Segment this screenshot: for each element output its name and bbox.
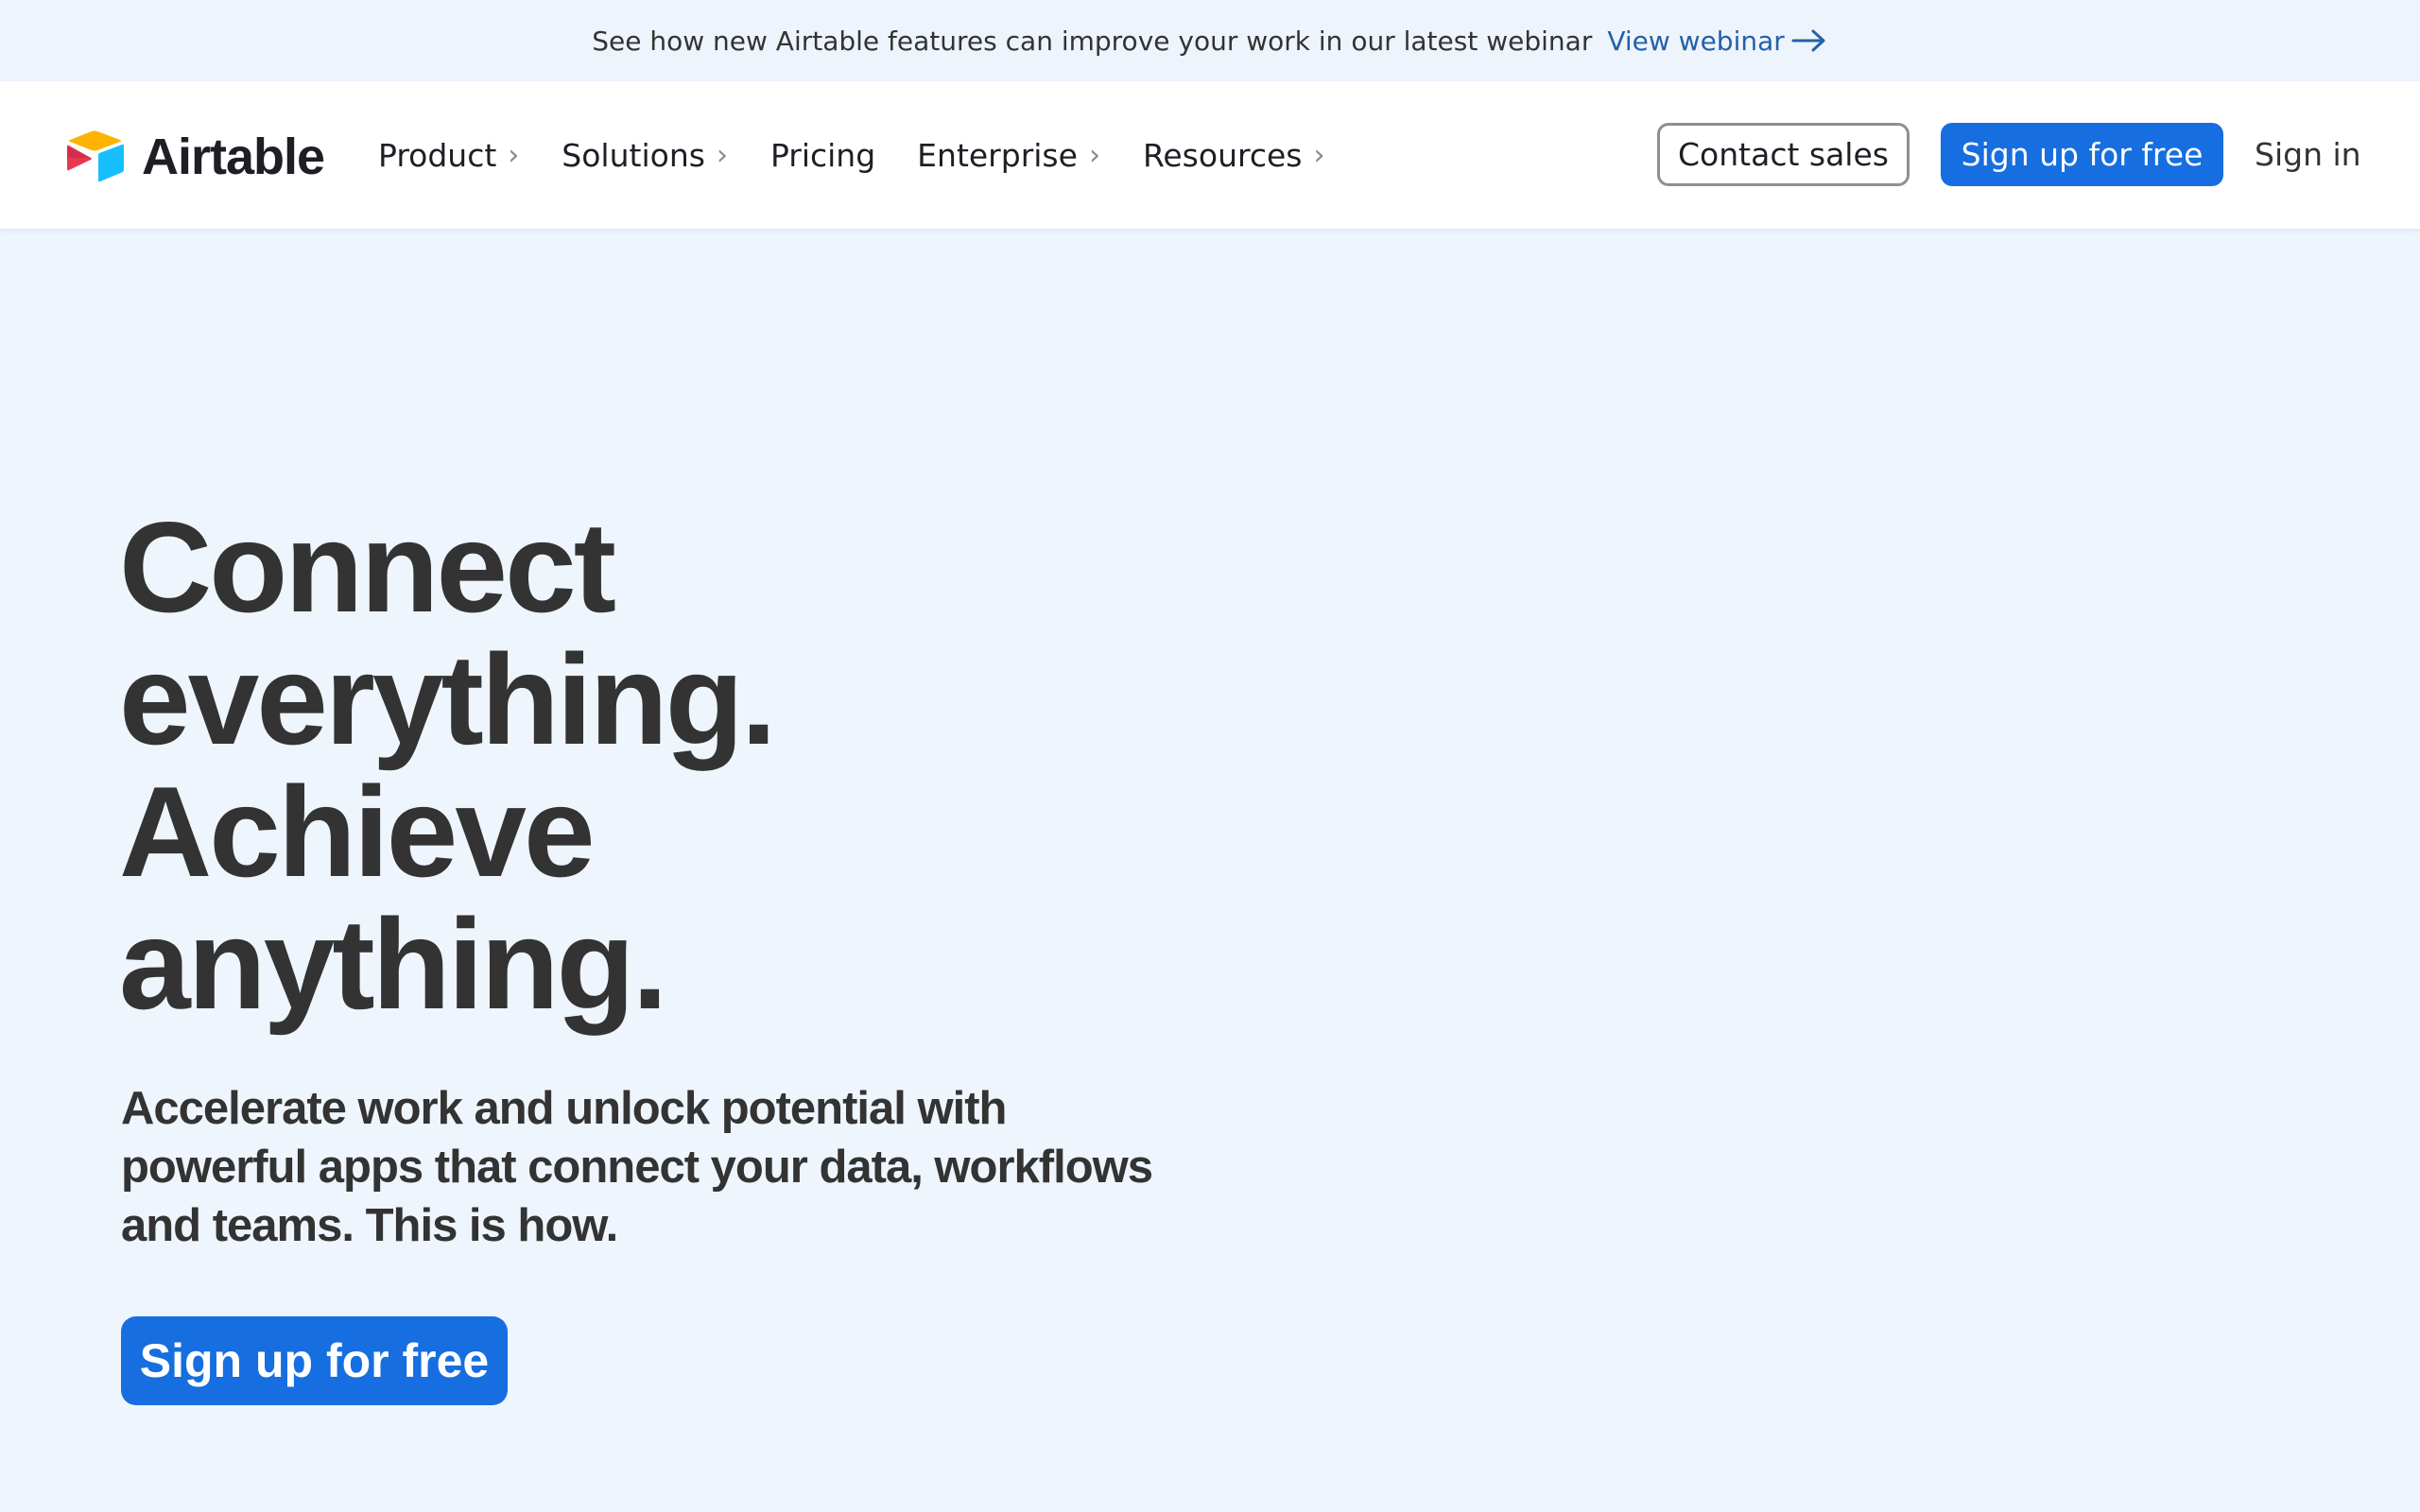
logo-wordmark: Airtable (142, 129, 325, 185)
hero-subtitle-line: Accelerate work and unlock potential wit… (121, 1083, 1008, 1134)
nav-label: Pricing (769, 136, 876, 174)
site-header: Airtable Product › Solutions › Pricing E… (0, 81, 2420, 229)
airtable-logo[interactable]: Airtable (64, 127, 325, 187)
hero-heading-line: everything. (119, 627, 777, 771)
main-nav: Product › Solutions › Pricing Enterprise… (378, 81, 1367, 229)
hero-subtitle: Accelerate work and unlock potential wit… (121, 1079, 1255, 1255)
hero-signup-button[interactable]: Sign up for free (121, 1316, 508, 1405)
chevron-right-icon: › (1088, 138, 1100, 172)
hero-heading: Connect everything. Achieve anything. (119, 501, 1159, 1030)
hero-subtitle-line: and teams. This is how. (121, 1200, 618, 1251)
nav-item-solutions[interactable]: Solutions › (562, 137, 728, 174)
chevron-right-icon: › (1313, 138, 1325, 172)
nav-label: Solutions (562, 136, 705, 174)
nav-label: Resources (1142, 136, 1303, 174)
view-webinar-link[interactable]: View webinar (1607, 26, 1827, 57)
header-signup-button[interactable]: Sign up for free (1941, 123, 2223, 186)
arrow-right-icon (1791, 29, 1825, 52)
nav-item-product[interactable]: Product › (378, 137, 519, 174)
view-webinar-label: View webinar (1607, 25, 1785, 57)
contact-sales-button[interactable]: Contact sales (1657, 123, 1910, 186)
airtable-logo-icon (67, 130, 124, 182)
hero-subtitle-line: powerful apps that connect your data, wo… (121, 1142, 1153, 1193)
nav-label: Enterprise (917, 136, 1078, 174)
signin-link[interactable]: Sign in (2255, 123, 2361, 186)
announcement-banner: See how new Airtable features can improv… (0, 0, 2420, 81)
hero-heading-line: Achieve (119, 760, 596, 903)
hero-heading-line: Connect (119, 495, 616, 639)
hero-heading-line: anything. (119, 892, 667, 1036)
banner-message: See how new Airtable features can improv… (592, 25, 1593, 57)
nav-item-enterprise[interactable]: Enterprise › (917, 137, 1100, 174)
nav-item-resources[interactable]: Resources › (1143, 137, 1325, 174)
nav-label: Product (378, 136, 497, 174)
chevron-right-icon: › (508, 138, 520, 172)
nav-item-pricing[interactable]: Pricing (770, 137, 875, 174)
chevron-right-icon: › (716, 138, 728, 172)
